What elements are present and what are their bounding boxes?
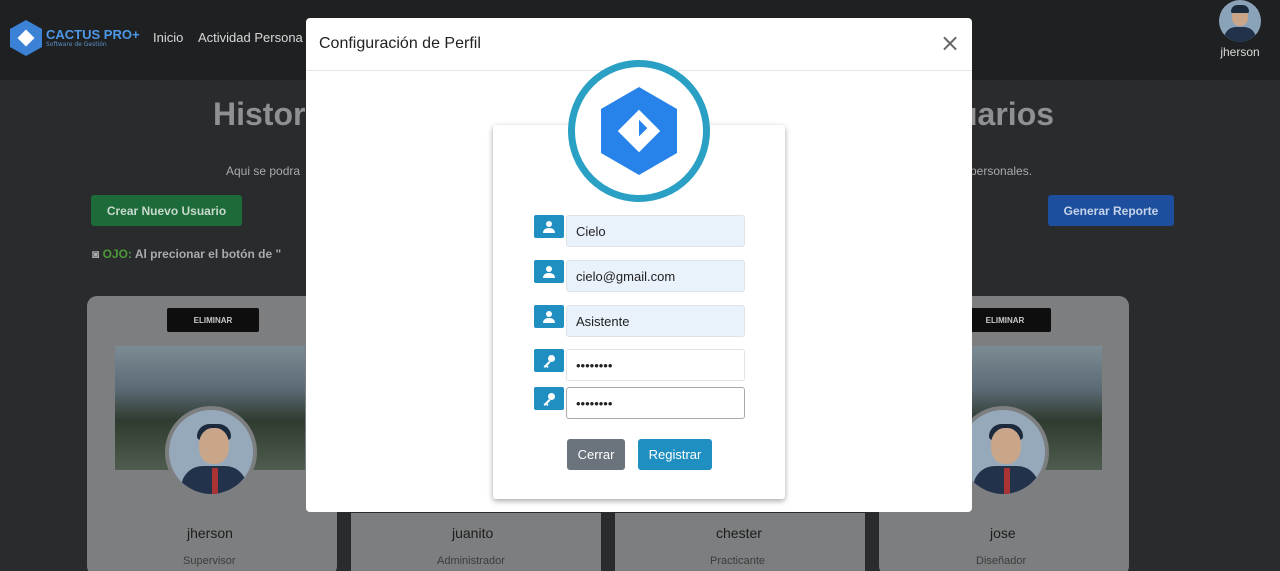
- user-icon: [534, 305, 564, 328]
- profile-logo: [568, 60, 710, 202]
- name-field-group: [534, 215, 745, 247]
- email-input[interactable]: [566, 260, 745, 292]
- hexagon-logo-icon: [601, 87, 677, 175]
- password-field-group: [534, 349, 745, 381]
- modal-title: Configuración de Perfil: [319, 35, 481, 52]
- close-button[interactable]: Cerrar: [567, 439, 625, 470]
- email-field-group: [534, 260, 745, 292]
- user-icon: [534, 260, 564, 283]
- register-button[interactable]: Registrar: [638, 439, 712, 470]
- role-field-group: [534, 305, 745, 337]
- close-icon[interactable]: ×: [939, 31, 961, 55]
- role-input[interactable]: [566, 305, 745, 337]
- key-icon: [534, 387, 564, 410]
- profile-settings-modal: Configuración de Perfil × Cielo cielo@gm…: [306, 18, 972, 512]
- confirm-password-field-group: [534, 387, 745, 419]
- confirm-password-input[interactable]: [566, 387, 745, 419]
- name-input[interactable]: [566, 215, 745, 247]
- password-input[interactable]: [566, 349, 745, 381]
- key-icon: [534, 349, 564, 372]
- user-icon: [534, 215, 564, 238]
